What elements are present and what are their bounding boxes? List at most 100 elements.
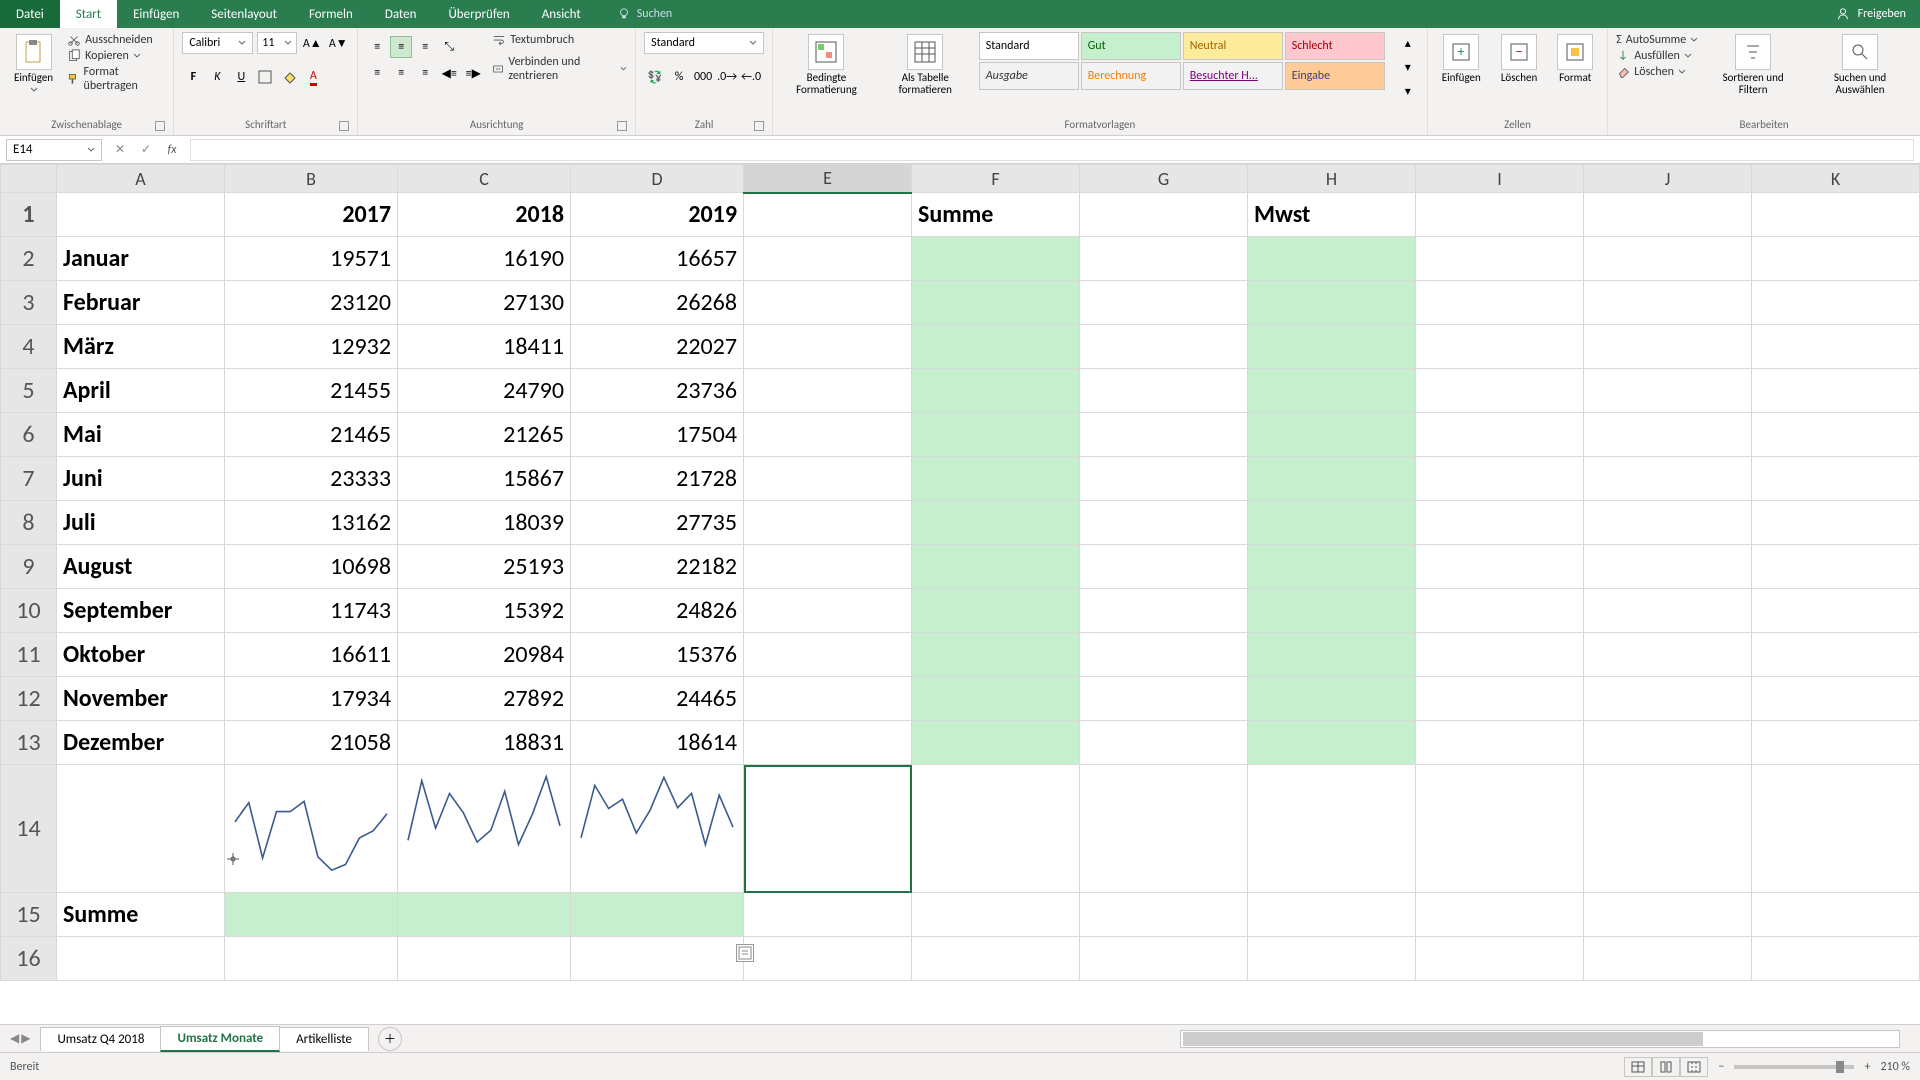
menu-insert[interactable]: Einfügen bbox=[117, 0, 195, 28]
cell-I5[interactable] bbox=[1416, 369, 1584, 413]
cell-H1[interactable]: Mwst bbox=[1248, 193, 1416, 237]
cell-C12[interactable]: 27892 bbox=[398, 677, 571, 721]
cell-D7[interactable]: 21728 bbox=[571, 457, 744, 501]
sheet-tab-1[interactable]: Umsatz Q4 2018 bbox=[40, 1027, 161, 1051]
cell-B13[interactable]: 21058 bbox=[225, 721, 398, 765]
dialog-launcher-icon[interactable] bbox=[155, 121, 165, 131]
menu-review[interactable]: Überprüfen bbox=[432, 0, 525, 28]
share-button[interactable]: Freigeben bbox=[1858, 7, 1906, 21]
cell-A5[interactable]: April bbox=[57, 369, 225, 413]
cell-I14[interactable] bbox=[1416, 765, 1584, 893]
row-header-8[interactable]: 8 bbox=[1, 501, 57, 545]
cell-J6[interactable] bbox=[1584, 413, 1752, 457]
row-header-15[interactable]: 15 bbox=[1, 893, 57, 937]
cell-C8[interactable]: 18039 bbox=[398, 501, 571, 545]
cell-D11[interactable]: 15376 bbox=[571, 633, 744, 677]
cell-B1[interactable]: 2017 bbox=[225, 193, 398, 237]
sheet-tab-2[interactable]: Umsatz Monate bbox=[160, 1026, 280, 1052]
style-berechnung[interactable]: Berechnung bbox=[1081, 62, 1181, 90]
cell-E15[interactable] bbox=[744, 893, 912, 937]
cell-D5[interactable]: 23736 bbox=[571, 369, 744, 413]
cell-F2[interactable] bbox=[912, 237, 1080, 281]
scrollbar-thumb[interactable] bbox=[1183, 1032, 1703, 1046]
cell-H12[interactable] bbox=[1248, 677, 1416, 721]
row-header-13[interactable]: 13 bbox=[1, 721, 57, 765]
zoom-out-button[interactable]: − bbox=[1718, 1060, 1724, 1074]
orientation-button[interactable]: ⤡ bbox=[438, 36, 460, 58]
cell-C4[interactable]: 18411 bbox=[398, 325, 571, 369]
cell-I13[interactable] bbox=[1416, 721, 1584, 765]
cell-J10[interactable] bbox=[1584, 589, 1752, 633]
find-select-button[interactable]: Suchen und Auswählen bbox=[1808, 32, 1912, 98]
cell-E4[interactable] bbox=[744, 325, 912, 369]
cell-E14[interactable] bbox=[744, 765, 912, 893]
conditional-formatting-button[interactable]: Bedingte Formatierung bbox=[781, 32, 872, 98]
cell-A8[interactable]: Juli bbox=[57, 501, 225, 545]
col-header-F[interactable]: F bbox=[912, 165, 1080, 193]
style-schlecht[interactable]: Schlecht bbox=[1285, 32, 1385, 60]
cell-A14[interactable] bbox=[57, 765, 225, 893]
cell-G6[interactable] bbox=[1080, 413, 1248, 457]
cell-B7[interactable]: 23333 bbox=[225, 457, 398, 501]
align-left-button[interactable]: ≡ bbox=[366, 62, 388, 84]
cell-H6[interactable] bbox=[1248, 413, 1416, 457]
cell-D10[interactable]: 24826 bbox=[571, 589, 744, 633]
autofill-options-button[interactable] bbox=[736, 944, 754, 962]
font-color-button[interactable]: A bbox=[302, 66, 324, 88]
cell-I6[interactable] bbox=[1416, 413, 1584, 457]
cell-J8[interactable] bbox=[1584, 501, 1752, 545]
increase-indent-button[interactable]: ≡▶ bbox=[462, 62, 484, 84]
cell-D16[interactable] bbox=[571, 937, 744, 981]
cell-C9[interactable]: 25193 bbox=[398, 545, 571, 589]
cell-A12[interactable]: November bbox=[57, 677, 225, 721]
cell-J14[interactable] bbox=[1584, 765, 1752, 893]
row-header-11[interactable]: 11 bbox=[1, 633, 57, 677]
styles-more[interactable]: ▾ bbox=[1397, 80, 1419, 102]
cell-G3[interactable] bbox=[1080, 281, 1248, 325]
cell-G4[interactable] bbox=[1080, 325, 1248, 369]
cell-G13[interactable] bbox=[1080, 721, 1248, 765]
cell-E6[interactable] bbox=[744, 413, 912, 457]
cell-H10[interactable] bbox=[1248, 589, 1416, 633]
cell-B8[interactable]: 13162 bbox=[225, 501, 398, 545]
paste-button[interactable]: Einfügen bbox=[8, 32, 59, 96]
cell-B2[interactable]: 19571 bbox=[225, 237, 398, 281]
cell-A6[interactable]: Mai bbox=[57, 413, 225, 457]
currency-button[interactable]: 💱 bbox=[644, 66, 666, 88]
cell-F7[interactable] bbox=[912, 457, 1080, 501]
cell-C5[interactable]: 24790 bbox=[398, 369, 571, 413]
cell-A2[interactable]: Januar bbox=[57, 237, 225, 281]
cell-G12[interactable] bbox=[1080, 677, 1248, 721]
cell-A4[interactable]: März bbox=[57, 325, 225, 369]
name-box[interactable]: E14 bbox=[6, 139, 102, 161]
col-header-H[interactable]: H bbox=[1248, 165, 1416, 193]
col-header-K[interactable]: K bbox=[1752, 165, 1920, 193]
cell-H15[interactable] bbox=[1248, 893, 1416, 937]
col-header-C[interactable]: C bbox=[398, 165, 571, 193]
row-header-5[interactable]: 5 bbox=[1, 369, 57, 413]
copy-button[interactable]: Kopieren bbox=[67, 48, 165, 64]
decrease-indent-button[interactable]: ◀≡ bbox=[438, 62, 460, 84]
cell-B9[interactable]: 10698 bbox=[225, 545, 398, 589]
cancel-formula-button[interactable]: ✕ bbox=[108, 139, 132, 161]
cell-D8[interactable]: 27735 bbox=[571, 501, 744, 545]
sort-filter-button[interactable]: Sortieren und Filtern bbox=[1706, 32, 1800, 98]
cell-K8[interactable] bbox=[1752, 501, 1920, 545]
merge-center-button[interactable]: Verbinden und zentrieren bbox=[492, 54, 627, 84]
cell-A15[interactable]: Summe bbox=[57, 893, 225, 937]
cell-styles-gallery[interactable]: Standard Gut Neutral Schlecht Ausgabe Be… bbox=[979, 32, 1385, 90]
cell-I1[interactable] bbox=[1416, 193, 1584, 237]
cell-D12[interactable]: 24465 bbox=[571, 677, 744, 721]
new-sheet-button[interactable]: ＋ bbox=[378, 1027, 402, 1051]
cell-K14[interactable] bbox=[1752, 765, 1920, 893]
style-besuchter[interactable]: Besuchter H... bbox=[1183, 62, 1283, 90]
cell-B10[interactable]: 11743 bbox=[225, 589, 398, 633]
cell-C6[interactable]: 21265 bbox=[398, 413, 571, 457]
cell-I2[interactable] bbox=[1416, 237, 1584, 281]
cell-F10[interactable] bbox=[912, 589, 1080, 633]
cell-H3[interactable] bbox=[1248, 281, 1416, 325]
style-gut[interactable]: Gut bbox=[1081, 32, 1181, 60]
row-header-6[interactable]: 6 bbox=[1, 413, 57, 457]
row-header-9[interactable]: 9 bbox=[1, 545, 57, 589]
zoom-slider[interactable] bbox=[1734, 1065, 1854, 1069]
